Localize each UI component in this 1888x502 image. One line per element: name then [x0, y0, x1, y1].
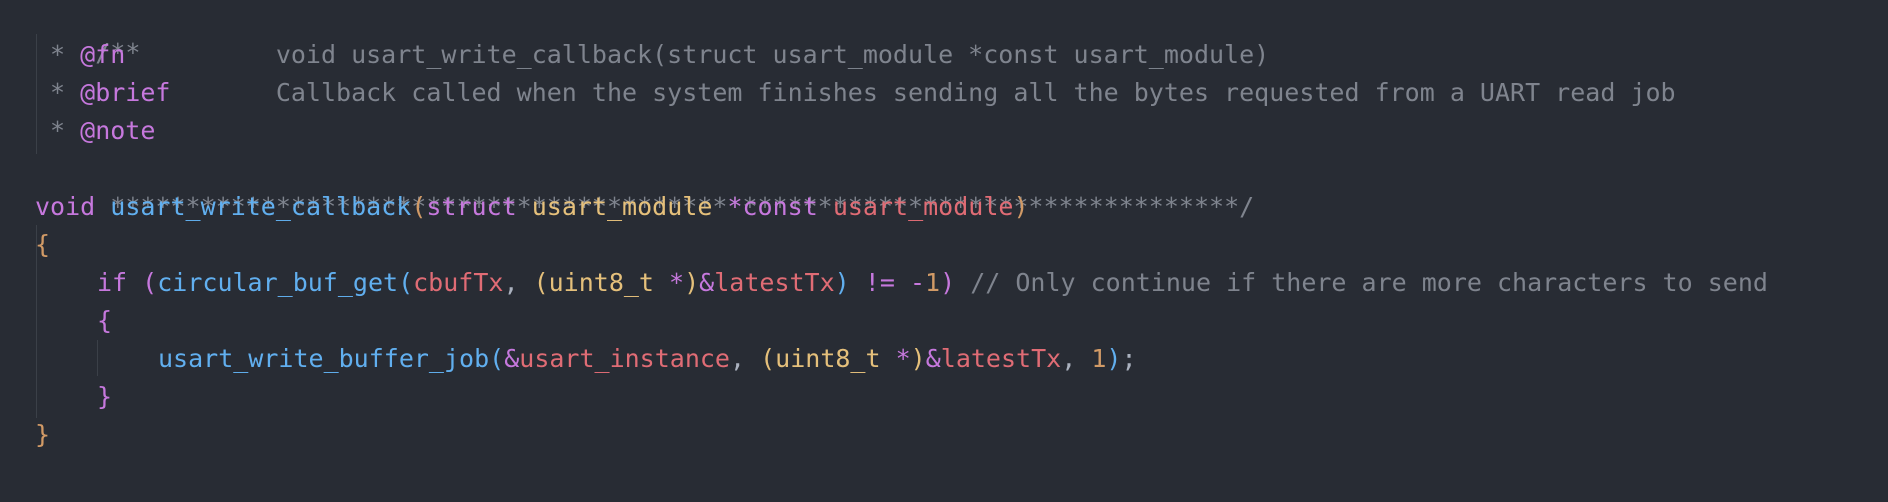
semicolon: ; [1121, 344, 1137, 373]
paren: ) [1013, 192, 1029, 221]
paren: ( [142, 268, 158, 297]
variable: cbufTx [413, 268, 504, 297]
code-line[interactable]: * @note [35, 112, 155, 150]
comment-star: * [35, 78, 81, 107]
paren: ( [398, 268, 414, 297]
paren: ) [834, 268, 850, 297]
paren: ) [940, 268, 956, 297]
function-call: usart_write_buffer_job [158, 344, 490, 373]
variable: latestTx [940, 344, 1062, 373]
pointer-star: * [669, 268, 685, 297]
pointer-const: *const [727, 192, 818, 221]
paren: ) [1106, 344, 1122, 373]
type-name: uint8_t [775, 344, 881, 373]
operator-neg: - [909, 268, 926, 297]
line-comment: // Only continue if there are more chara… [970, 268, 1768, 297]
param-name: usart_module [832, 192, 1014, 221]
operator-neq: != [864, 268, 895, 297]
brace-close: } [97, 382, 113, 411]
keyword-void: void [35, 192, 96, 221]
brace-open: { [97, 306, 113, 335]
comma: , [1061, 344, 1077, 373]
doc-tag-brief: @brief [80, 78, 171, 107]
paren: ) [910, 344, 926, 373]
code-line[interactable]: /** [35, 0, 140, 67]
indent-guide [97, 340, 98, 376]
variable: latestTx [714, 268, 835, 297]
paren: ( [489, 344, 505, 373]
code-line[interactable]: usart_write_buffer_job(&usart_instance, … [158, 340, 1137, 378]
comment-text: void usart_write_callback(struct usart_m… [275, 40, 1270, 69]
pointer-star: * [895, 344, 911, 373]
code-line[interactable]: if (circular_buf_get(cbufTx, (uint8_t *)… [97, 264, 1768, 302]
code-line[interactable]: ****************************************… [35, 150, 1254, 221]
doc-tag-fn: @fn [80, 40, 126, 69]
number: 1 [1091, 344, 1107, 373]
code-line[interactable]: { [35, 226, 50, 264]
number: 1 [925, 268, 941, 297]
type-name: usart_module [531, 192, 713, 221]
paren: ) [684, 268, 700, 297]
doc-tag-note: @note [80, 116, 156, 145]
code-line[interactable]: * @brief Callback called when the system… [35, 74, 1676, 112]
brace-close: } [35, 420, 51, 449]
keyword-if: if [97, 268, 128, 297]
code-line[interactable]: void usart_write_callback(struct usart_m… [35, 188, 1029, 226]
comma: , [503, 268, 519, 297]
comment-star: * [35, 116, 81, 145]
address-of: & [504, 344, 520, 373]
type-name: uint8_t [548, 268, 654, 297]
code-line[interactable]: } [97, 378, 112, 416]
comma: , [729, 344, 746, 373]
paren: ( [760, 344, 776, 373]
comment-star: * [35, 40, 81, 69]
code-editor[interactable]: /** * @fn void usart_write_callback(stru… [0, 0, 1888, 502]
address-of: & [699, 268, 715, 297]
code-line[interactable]: * @fn void usart_write_callback(struct u… [35, 36, 1269, 74]
code-line[interactable]: { [97, 302, 112, 340]
function-call: circular_buf_get [157, 268, 399, 297]
address-of: & [925, 344, 941, 373]
comment-padding [125, 40, 276, 69]
variable: usart_instance [519, 344, 730, 373]
code-line[interactable]: } [35, 416, 50, 454]
keyword-struct: struct [426, 192, 517, 221]
function-name: usart_write_callback [110, 192, 412, 221]
paren: ( [411, 192, 427, 221]
comment-padding [170, 78, 275, 107]
brace-open: { [35, 230, 51, 259]
paren: ( [533, 268, 549, 297]
comment-text: Callback called when the system finishes… [275, 78, 1676, 107]
